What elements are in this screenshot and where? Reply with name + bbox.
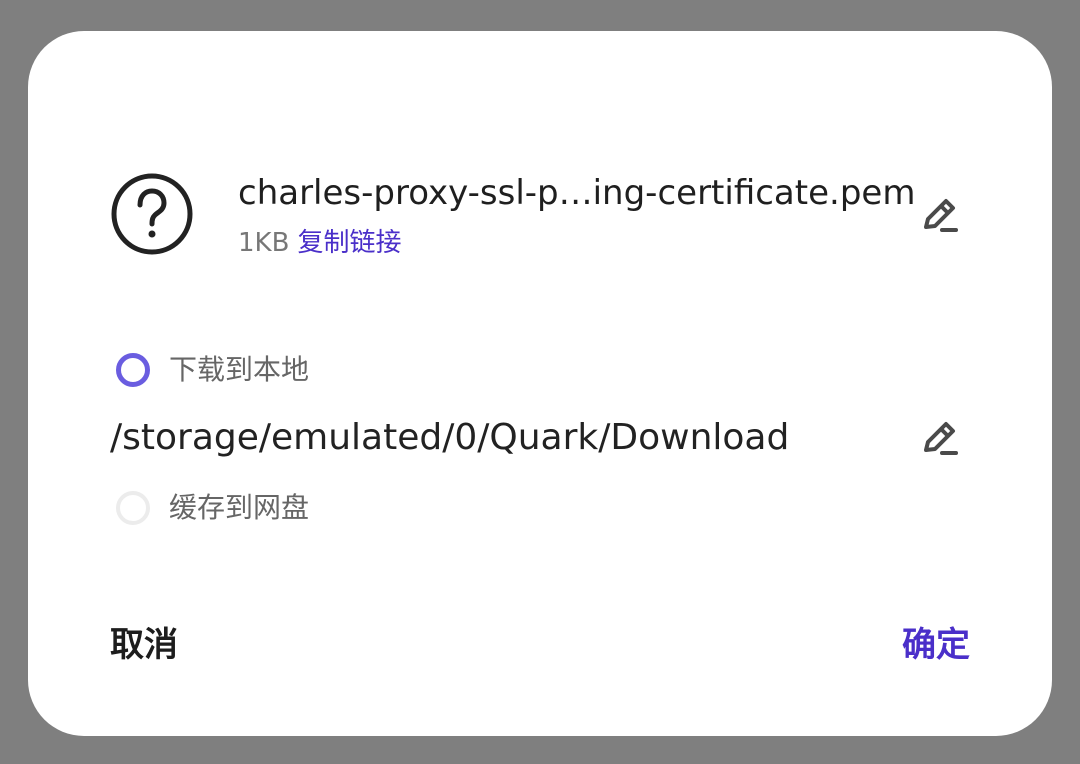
question-mark-icon (111, 173, 193, 255)
file-name: charles-proxy-ssl-p…ing-certificate.pem (238, 173, 916, 213)
pencil-icon (924, 199, 958, 232)
download-path: /storage/emulated/0/Quark/Download (110, 417, 790, 458)
confirm-button[interactable]: 确定 (902, 621, 970, 669)
copy-link-button[interactable]: 复制链接 (297, 228, 401, 258)
pencil-icon (924, 422, 958, 455)
radio-cache-cloud[interactable] (116, 491, 150, 525)
cancel-button[interactable]: 取消 (110, 621, 178, 669)
file-meta: 1KB 复制链接 (238, 225, 401, 261)
edit-path-button[interactable] (918, 416, 962, 460)
file-size: 1KB (238, 228, 290, 258)
edit-filename-button[interactable] (918, 193, 962, 237)
cache-cloud-label[interactable]: 缓存到网盘 (169, 488, 309, 528)
radio-download-local[interactable] (116, 353, 150, 387)
download-dialog: charles-proxy-ssl-p…ing-certificate.pem … (28, 31, 1052, 736)
download-local-label[interactable]: 下载到本地 (169, 350, 309, 390)
